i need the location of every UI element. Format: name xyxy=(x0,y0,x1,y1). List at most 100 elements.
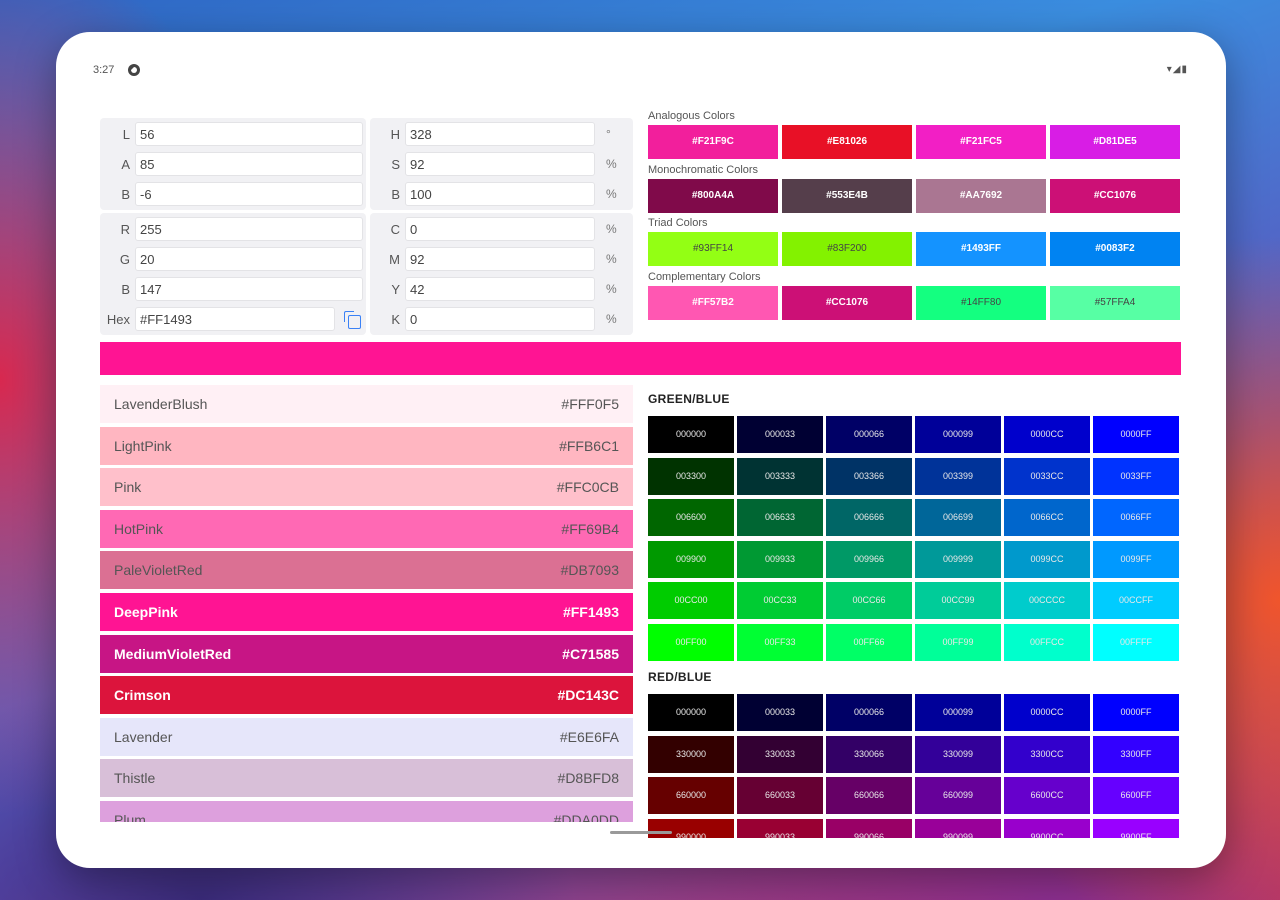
grid-color-cell[interactable]: 3300CC xyxy=(1004,735,1090,773)
rgb-b-input[interactable]: 147 xyxy=(135,277,363,301)
grid-color-cell[interactable]: 00CCCC xyxy=(1004,582,1090,619)
grid-color-cell[interactable]: 6600CC xyxy=(1004,777,1090,814)
grid-color-cell[interactable]: 660099 xyxy=(915,777,1001,814)
hsb-h-input[interactable]: 328 xyxy=(405,122,595,146)
grid-color-cell[interactable]: 0066FF xyxy=(1093,499,1179,536)
grid-color-cell[interactable]: 330033 xyxy=(737,735,823,773)
cmyk-c-input[interactable]: 0 xyxy=(405,217,595,241)
grid-color-cell[interactable]: 660000 xyxy=(648,777,734,814)
grid-color-cell[interactable]: 9900CC xyxy=(1004,818,1090,838)
copy-icon[interactable] xyxy=(344,311,361,329)
list-item[interactable]: DeepPink #FF1493 xyxy=(100,593,633,631)
grid-color-cell[interactable]: 990099 xyxy=(915,818,1001,838)
lab-l-input[interactable]: 56 xyxy=(135,122,363,146)
grid-color-cell[interactable]: 000000 xyxy=(648,694,734,731)
list-item[interactable]: Crimson #DC143C xyxy=(100,676,633,715)
harmony-swatch[interactable]: #93FF14 xyxy=(648,232,778,266)
grid-color-cell[interactable]: 00CCFF xyxy=(1093,582,1179,619)
grid-color-cell[interactable]: 00CC66 xyxy=(826,582,912,619)
grid-color-cell[interactable]: 0000FF xyxy=(1093,694,1179,731)
grid-color-cell[interactable]: 006633 xyxy=(737,499,823,536)
grid-color-cell[interactable]: 009966 xyxy=(826,540,912,578)
grid-color-cell[interactable]: 00FF66 xyxy=(826,623,912,661)
harmony-swatch[interactable]: #14FF80 xyxy=(916,285,1046,320)
grid-color-cell[interactable]: 0000CC xyxy=(1004,694,1090,731)
grid-color-cell[interactable]: 003366 xyxy=(826,457,912,495)
grid-color-cell[interactable]: 009933 xyxy=(737,540,823,578)
grid-color-cell[interactable]: 3300FF xyxy=(1093,735,1179,773)
grid-color-cell[interactable]: 990033 xyxy=(737,818,823,838)
list-item[interactable]: Pink #FFC0CB xyxy=(100,468,633,507)
cmyk-k-input[interactable]: 0 xyxy=(405,307,595,331)
cmyk-m-input[interactable]: 92 xyxy=(405,247,595,271)
list-item[interactable]: LightPink #FFB6C1 xyxy=(100,426,633,465)
grid-color-cell[interactable]: 000099 xyxy=(915,694,1001,731)
grid-color-cell[interactable]: 006600 xyxy=(648,499,734,536)
lab-b-input[interactable]: -6 xyxy=(135,182,363,206)
grid-color-cell[interactable]: 990066 xyxy=(826,818,912,838)
grid-color-cell[interactable]: 00FF33 xyxy=(737,623,823,661)
hsb-b-input[interactable]: 100 xyxy=(405,182,595,206)
cmyk-y-input[interactable]: 42 xyxy=(405,277,595,301)
harmony-swatch[interactable]: #FF57B2 xyxy=(648,285,778,320)
harmony-swatch[interactable]: #1493FF xyxy=(916,232,1046,266)
grid-color-cell[interactable]: 9900FF xyxy=(1093,818,1179,838)
grid-color-cell[interactable]: 000000 xyxy=(648,416,734,453)
harmony-swatch[interactable]: #CC1076 xyxy=(1050,178,1180,213)
grid-color-cell[interactable]: 0000CC xyxy=(1004,416,1090,453)
grid-color-cell[interactable]: 003399 xyxy=(915,457,1001,495)
grid-color-cell[interactable]: 003333 xyxy=(737,457,823,495)
list-item[interactable]: HotPink #FF69B4 xyxy=(100,509,633,548)
harmony-swatch[interactable]: #E81026 xyxy=(782,125,912,159)
grid-color-cell[interactable]: 00CC99 xyxy=(915,582,1001,619)
grid-color-cell[interactable]: 000066 xyxy=(826,416,912,453)
grid-color-cell[interactable]: 330066 xyxy=(826,735,912,773)
harmony-swatch[interactable]: #F21FC5 xyxy=(916,125,1046,159)
harmony-swatch[interactable]: #CC1076 xyxy=(782,285,912,320)
grid-color-cell[interactable]: 00FFFF xyxy=(1093,623,1179,661)
list-item[interactable]: MediumVioletRed #C71585 xyxy=(100,634,633,673)
grid-color-cell[interactable]: 00FF00 xyxy=(648,623,734,661)
grid-color-cell[interactable]: 990000 xyxy=(648,818,734,838)
grid-color-cell[interactable]: 009999 xyxy=(915,540,1001,578)
grid-color-cell[interactable]: 00CC33 xyxy=(737,582,823,619)
harmony-swatch[interactable]: #D81DE5 xyxy=(1050,125,1180,159)
lab-a-input[interactable]: 85 xyxy=(135,152,363,176)
grid-color-cell[interactable]: 0033CC xyxy=(1004,457,1090,495)
grid-color-cell[interactable]: 000099 xyxy=(915,416,1001,453)
grid-color-cell[interactable]: 330000 xyxy=(648,735,734,773)
hex-input[interactable]: #FF1493 xyxy=(135,307,335,331)
grid-color-cell[interactable]: 006699 xyxy=(915,499,1001,536)
list-item[interactable]: Thistle #D8BFD8 xyxy=(100,759,633,798)
grid-color-cell[interactable]: 660033 xyxy=(737,777,823,814)
list-item[interactable]: Plum #DDA0DD xyxy=(100,801,633,822)
grid-color-cell[interactable]: 660066 xyxy=(826,777,912,814)
grid-color-cell[interactable]: 330099 xyxy=(915,735,1001,773)
grid-color-cell[interactable]: 6600FF xyxy=(1093,777,1179,814)
grid-color-cell[interactable]: 000066 xyxy=(826,694,912,731)
rgb-g-input[interactable]: 20 xyxy=(135,247,363,271)
grid-color-cell[interactable]: 0033FF xyxy=(1093,457,1179,495)
harmony-swatch[interactable]: #57FFA4 xyxy=(1050,285,1180,320)
grid-color-cell[interactable]: 00CC00 xyxy=(648,582,734,619)
list-item[interactable]: PaleVioletRed #DB7093 xyxy=(100,551,633,590)
grid-color-cell[interactable]: 00FFCC xyxy=(1004,623,1090,661)
grid-color-cell[interactable]: 006666 xyxy=(826,499,912,536)
grid-color-cell[interactable]: 009900 xyxy=(648,540,734,578)
home-indicator[interactable] xyxy=(610,831,672,834)
grid-color-cell[interactable]: 003300 xyxy=(648,457,734,495)
rgb-r-input[interactable]: 255 xyxy=(135,217,363,241)
grid-color-cell[interactable]: 0066CC xyxy=(1004,499,1090,536)
grid-color-cell[interactable]: 000033 xyxy=(737,416,823,453)
list-item[interactable]: Lavender #E6E6FA xyxy=(100,717,633,756)
grid-color-cell[interactable]: 0099CC xyxy=(1004,540,1090,578)
grid-color-cell[interactable]: 0000FF xyxy=(1093,416,1179,453)
harmony-swatch[interactable]: #553E4B xyxy=(782,178,912,213)
harmony-swatch[interactable]: #83F200 xyxy=(782,232,912,266)
harmony-swatch[interactable]: #AA7692 xyxy=(916,178,1046,213)
harmony-swatch[interactable]: #800A4A xyxy=(648,178,778,213)
hsb-s-input[interactable]: 92 xyxy=(405,152,595,176)
grid-color-cell[interactable]: 000033 xyxy=(737,694,823,731)
harmony-swatch[interactable]: #F21F9C xyxy=(648,125,778,159)
grid-color-cell[interactable]: 0099FF xyxy=(1093,540,1179,578)
